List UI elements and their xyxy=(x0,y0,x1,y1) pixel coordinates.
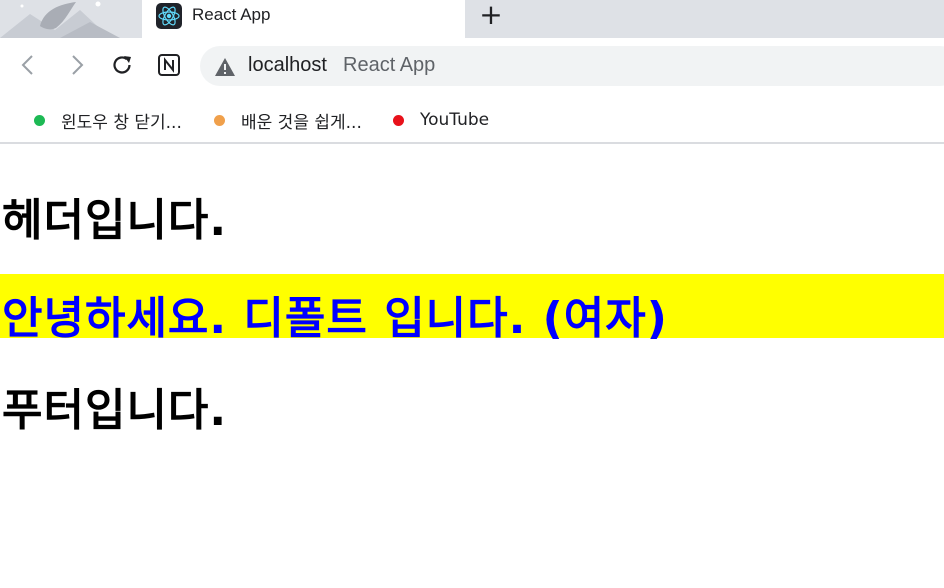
bookmark-item[interactable]: YouTube xyxy=(393,108,489,132)
notion-icon xyxy=(158,54,180,76)
bookmark-label: YouTube xyxy=(420,110,490,130)
address-bar[interactable]: localhost React App xyxy=(200,46,944,86)
new-tab-button[interactable]: + xyxy=(478,1,504,29)
page-footer: 푸터입니다. xyxy=(2,385,228,436)
bookmark-label: 배운 것을 쉽게... xyxy=(241,112,362,133)
tab-react-app[interactable]: React App xyxy=(142,0,465,38)
bookmark-label: 윈도우 창 닫기... xyxy=(61,112,182,133)
tab-strip: React App + xyxy=(0,0,944,38)
bookmark-dot-icon xyxy=(393,114,404,126)
tab-title: React App xyxy=(192,5,271,24)
warning-icon[interactable] xyxy=(214,56,236,78)
forward-button[interactable] xyxy=(60,48,94,82)
bookmark-item[interactable]: 배운 것을 쉽게... xyxy=(214,108,362,133)
address-page-title: React App xyxy=(343,54,436,76)
browser-toolbar: localhost React App xyxy=(0,38,944,98)
address-host: localhost xyxy=(248,54,327,76)
page-header: 헤더입니다. xyxy=(2,195,228,246)
reload-icon xyxy=(113,56,131,74)
banner-text: 안녕하세요. 디폴트 입니다. (여자) xyxy=(2,293,668,344)
bookmarks-bar: 윈도우 창 닫기... 배운 것을 쉽게... YouTube xyxy=(0,98,944,144)
bookmark-dot-icon xyxy=(214,114,225,126)
default-banner: 안녕하세요. 디폴트 입니다. (여자) xyxy=(0,274,944,344)
tab-strip-theme-art xyxy=(0,0,142,38)
chevron-left-icon xyxy=(21,55,33,75)
bookmark-dot-icon xyxy=(34,114,45,126)
extension-button[interactable] xyxy=(152,48,186,82)
reload-button[interactable] xyxy=(105,48,139,82)
page-content: 헤더입니다. 안녕하세요. 디폴트 입니다. (여자) 푸터입니다. xyxy=(0,146,944,588)
react-logo-icon xyxy=(156,3,182,29)
bookmark-item[interactable]: 윈도우 창 닫기... xyxy=(34,108,182,133)
chevron-right-icon xyxy=(72,55,84,75)
back-button[interactable] xyxy=(11,48,45,82)
